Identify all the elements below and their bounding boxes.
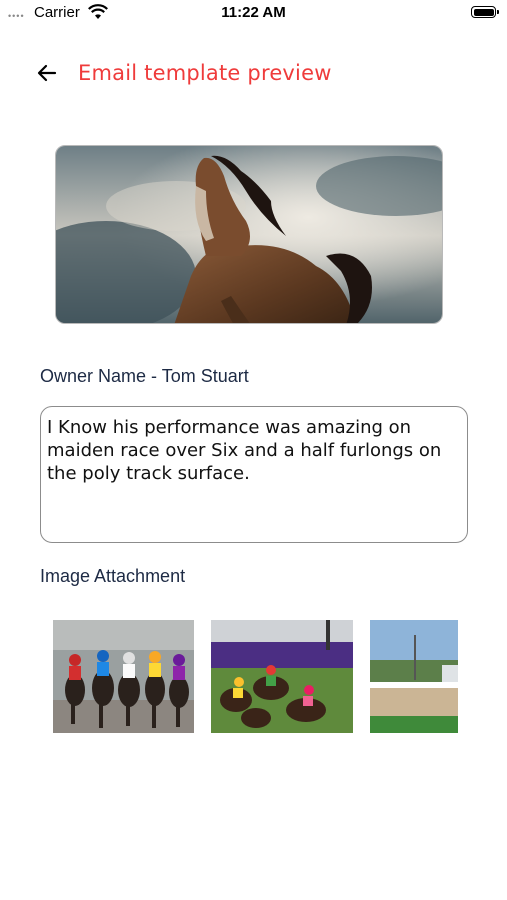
image-attachment-label: Image Attachment	[40, 566, 186, 586]
hero-horse-image	[55, 145, 443, 324]
attachment-thumb-3[interactable]	[370, 620, 458, 733]
status-time: 11:22 AM	[221, 4, 286, 21]
back-button[interactable]	[32, 58, 62, 88]
attachment-thumb-1[interactable]	[53, 620, 194, 733]
message-textarea[interactable]: I Know his performance was amazing on ma…	[40, 406, 468, 543]
battery-icon	[471, 6, 499, 18]
attachment-thumb-2[interactable]	[211, 620, 353, 733]
owner-name-label: Owner Name - Tom Stuart	[40, 366, 249, 386]
arrow-left-icon	[37, 64, 57, 82]
status-bar: •••• Carrier 11:22 AM	[0, 0, 507, 26]
page-title: Email template preview	[78, 61, 332, 85]
nav-header: Email template preview	[0, 52, 507, 96]
